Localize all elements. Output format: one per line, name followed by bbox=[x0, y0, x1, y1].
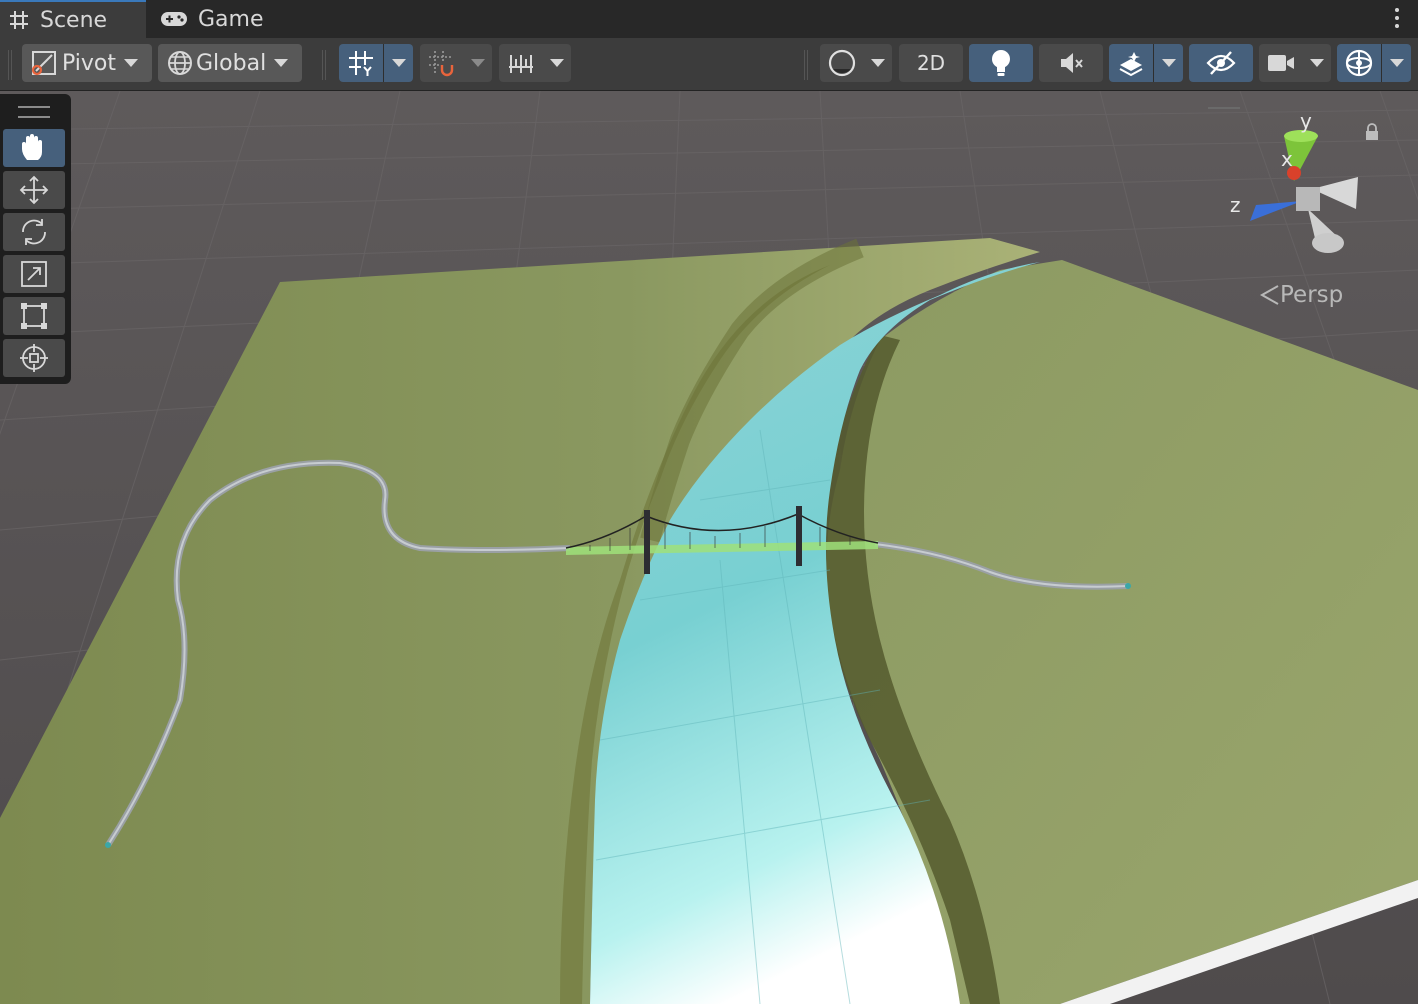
rect-tool[interactable] bbox=[3, 297, 65, 335]
hand-tool[interactable] bbox=[3, 129, 65, 167]
increment-snap-toggle[interactable] bbox=[420, 44, 492, 82]
move-arrows-icon bbox=[19, 175, 49, 205]
bridge-tower-east bbox=[796, 506, 802, 566]
gamepad-icon bbox=[161, 12, 187, 26]
z-axis-cone-icon[interactable] bbox=[1250, 201, 1302, 221]
scale-icon bbox=[21, 261, 47, 287]
global-dropdown[interactable]: Global bbox=[158, 44, 302, 82]
more-options-icon[interactable] bbox=[1394, 8, 1400, 32]
transform-icon bbox=[20, 344, 48, 372]
hidden-eye-icon bbox=[1206, 51, 1236, 75]
lock-icon[interactable] bbox=[1364, 123, 1380, 141]
chevron-down-icon bbox=[274, 59, 289, 67]
pivot-icon bbox=[31, 51, 56, 76]
lighting-toggle[interactable] bbox=[969, 44, 1033, 82]
camera-icon bbox=[1268, 55, 1294, 71]
globe-icon bbox=[168, 51, 192, 75]
chevron-down-icon bbox=[391, 59, 406, 67]
gizmo-drag-handle[interactable] bbox=[1208, 107, 1240, 109]
rotate-tool[interactable] bbox=[3, 213, 65, 251]
chevron-down-icon bbox=[550, 59, 564, 67]
scene-viewport[interactable]: y x z Persp bbox=[0, 91, 1418, 1004]
chevron-down-icon bbox=[1389, 59, 1404, 67]
shading-sphere-icon bbox=[828, 49, 856, 77]
audio-toggle[interactable] bbox=[1039, 44, 1103, 82]
ruler-dropdown[interactable] bbox=[499, 44, 571, 82]
magnet-grid-icon bbox=[429, 51, 454, 77]
rect-transform-icon bbox=[21, 303, 47, 329]
orientation-gizmo[interactable]: y x z bbox=[1208, 107, 1372, 271]
pivot-label: Pivot bbox=[62, 50, 117, 76]
tab-bar: Scene Game bbox=[0, 0, 1418, 38]
rotate-icon bbox=[22, 219, 46, 245]
scale-tool[interactable] bbox=[3, 255, 65, 293]
chevron-down-icon bbox=[471, 59, 485, 67]
tab-scene[interactable]: Scene bbox=[0, 0, 146, 38]
global-label: Global bbox=[196, 50, 267, 76]
projection-toggle[interactable]: Persp bbox=[1258, 282, 1343, 308]
transform-tool[interactable] bbox=[3, 339, 65, 377]
mode-2d-toggle[interactable]: 2D bbox=[899, 44, 963, 82]
spline-endpoint[interactable] bbox=[1125, 583, 1131, 589]
gizmo-x-label: x bbox=[1281, 147, 1293, 171]
effects-layers-icon bbox=[1119, 52, 1143, 77]
spline-endpoint[interactable] bbox=[105, 842, 111, 848]
overlay-drag-handle[interactable] bbox=[18, 106, 50, 118]
chevron-down-icon bbox=[1310, 59, 1324, 67]
chevron-down-icon bbox=[1161, 59, 1176, 67]
mode-2d-label: 2D bbox=[916, 51, 946, 75]
lightbulb-icon bbox=[992, 50, 1010, 76]
gizmo-sphere-icon bbox=[1345, 49, 1373, 77]
tab-scene-label: Scene bbox=[40, 7, 108, 33]
scene-visibility-toggle[interactable] bbox=[1189, 44, 1253, 82]
gizmo-z-label: z bbox=[1230, 193, 1241, 217]
pivot-dropdown[interactable]: Pivot bbox=[22, 44, 152, 82]
chevron-left-icon bbox=[1259, 285, 1279, 305]
tab-game-label: Game bbox=[198, 6, 264, 32]
shading-mode-dropdown[interactable] bbox=[820, 44, 892, 82]
bridge-tower-west bbox=[644, 510, 650, 574]
tab-game[interactable]: Game bbox=[160, 0, 280, 38]
gizmo-center-cube[interactable] bbox=[1296, 187, 1320, 211]
grid-snap-toggle[interactable] bbox=[339, 44, 413, 82]
hash-grid-icon bbox=[10, 11, 28, 29]
audio-muted-icon bbox=[1061, 53, 1083, 73]
gizmos-dropdown[interactable] bbox=[1337, 44, 1411, 82]
toolbar-separator bbox=[322, 50, 326, 80]
camera-dropdown[interactable] bbox=[1259, 44, 1331, 82]
tools-overlay bbox=[0, 94, 71, 384]
projection-label: Persp bbox=[1280, 282, 1344, 308]
chevron-down-icon bbox=[124, 59, 139, 67]
effects-dropdown[interactable] bbox=[1109, 44, 1183, 82]
gizmo-y-label: y bbox=[1300, 109, 1312, 133]
chevron-down-icon bbox=[871, 59, 885, 67]
hand-icon bbox=[22, 134, 42, 160]
toolbar-separator bbox=[804, 50, 808, 80]
grid-snap-icon bbox=[349, 51, 373, 76]
scene-toolbar: Pivot Global 2D bbox=[0, 38, 1418, 91]
toolbar-grip[interactable] bbox=[8, 50, 12, 80]
ruler-icon bbox=[509, 55, 533, 73]
scene-render[interactable] bbox=[0, 91, 1418, 1004]
move-tool[interactable] bbox=[3, 171, 65, 209]
